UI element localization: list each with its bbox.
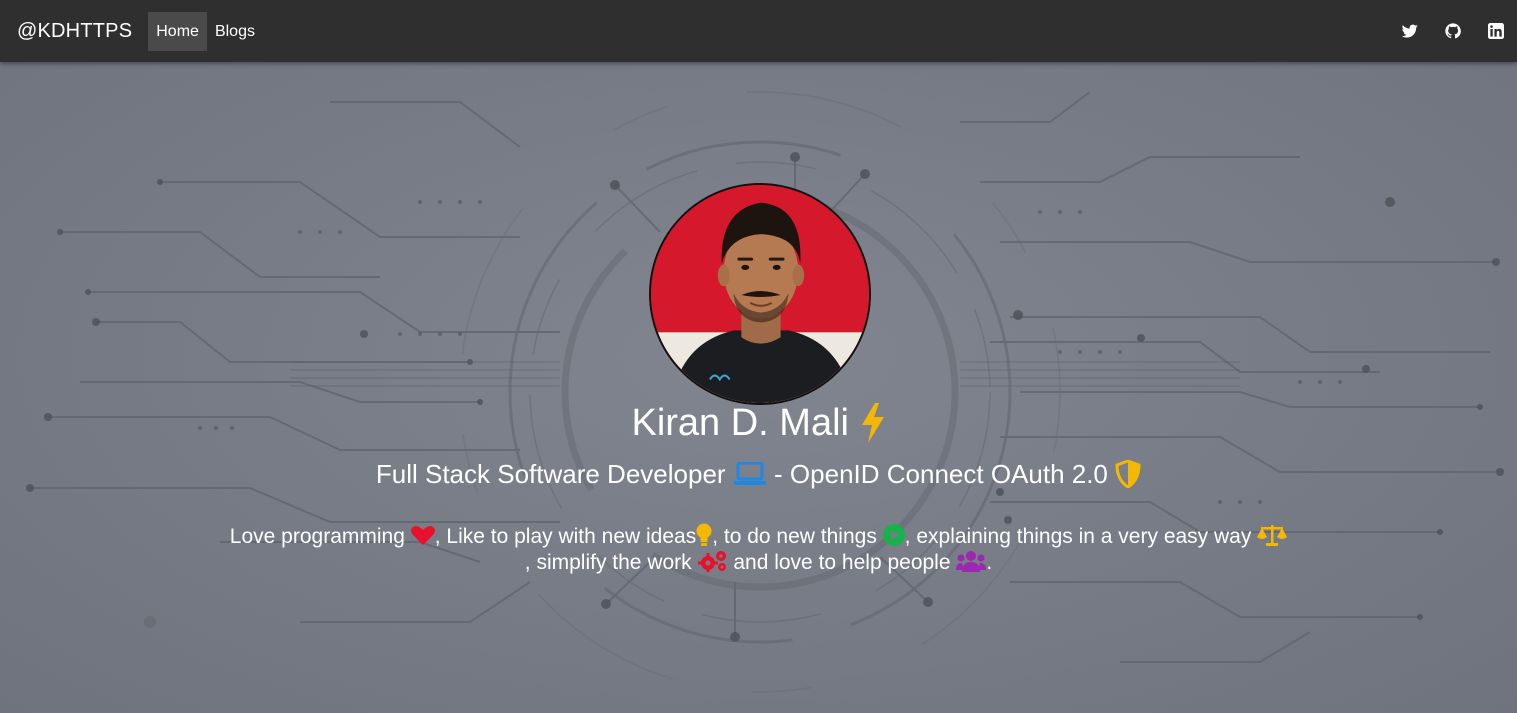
lightning-bolt-icon — [860, 402, 886, 443]
github-icon[interactable] — [1431, 0, 1474, 62]
twitter-icon[interactable] — [1388, 0, 1431, 62]
subtitle-specialty: - OpenID Connect OAuth 2.0 — [774, 459, 1108, 489]
bio-text-1: Love programming — [229, 525, 405, 548]
social-links — [1388, 0, 1517, 62]
profile-subtitle: Full Stack Software Developer - OpenID C… — [0, 459, 1517, 490]
bio-text-3: , to do new things — [712, 525, 877, 548]
bio-text-2: , Like to play with new ideas — [434, 525, 697, 548]
profile-name: Kiran D. Mali — [0, 402, 1517, 445]
bio-text-7: . — [986, 551, 993, 574]
bio-text-6: and love to help people — [733, 551, 951, 574]
subtitle-role: Full Stack Software Developer — [375, 459, 726, 489]
bio-text-5: , simplify the work — [524, 551, 692, 574]
cogs-icon — [697, 550, 728, 573]
profile-bio: Love programming , Like to play with new… — [200, 523, 1317, 576]
profile-avatar — [649, 183, 871, 405]
brand-link[interactable]: @KDHTTPS — [17, 20, 132, 43]
lightbulb-icon — [696, 523, 712, 547]
bio-text-4: , explaining things in a very easy way — [904, 525, 1252, 548]
profile-name-text: Kiran D. Mali — [631, 402, 849, 444]
nav-link-home[interactable]: Home — [148, 11, 207, 51]
hero-section: Kiran D. Mali Full Stack Software Develo… — [0, 62, 1517, 713]
heart-icon — [410, 525, 435, 546]
linkedin-icon[interactable] — [1474, 0, 1517, 62]
nav-link-blogs[interactable]: Blogs — [207, 12, 263, 51]
navbar: @KDHTTPS Home Blogs — [0, 0, 1517, 62]
balance-scale-icon — [1257, 524, 1288, 547]
shield-icon — [1115, 460, 1141, 489]
users-icon — [956, 550, 987, 573]
play-circle-icon — [882, 524, 905, 547]
laptop-icon — [733, 462, 767, 486]
